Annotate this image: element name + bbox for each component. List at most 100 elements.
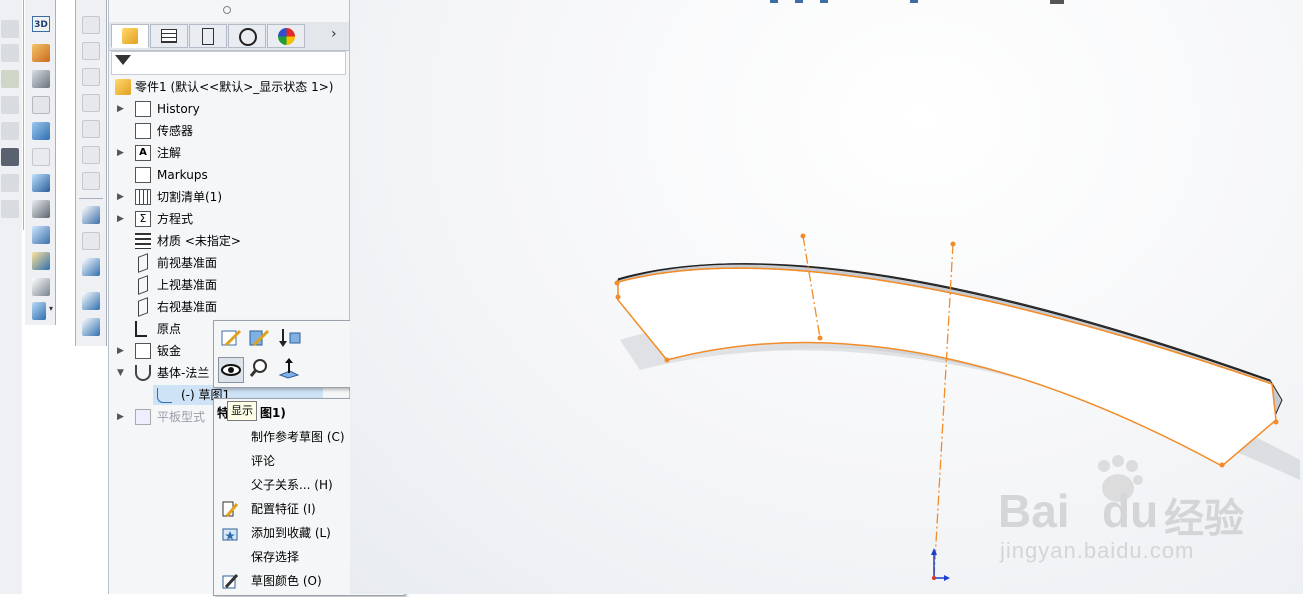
collapse-arrow-icon[interactable]: ▼ — [117, 363, 127, 383]
tree-item-cut-list[interactable]: ▶ 切割清单(1) — [109, 187, 349, 207]
rollback-icon[interactable] — [278, 327, 304, 353]
show-eye-icon[interactable] — [218, 357, 244, 383]
face-6-icon[interactable] — [82, 146, 100, 164]
expand-arrow-icon[interactable]: ▶ — [117, 99, 127, 119]
tree-item-sensors[interactable]: 传感器 — [109, 121, 349, 141]
view-orientation-icon[interactable] — [32, 226, 50, 244]
surface-finish-icon[interactable] — [1, 122, 19, 140]
normal-to-icon[interactable] — [278, 357, 304, 383]
edit-feature-icon[interactable] — [248, 327, 274, 353]
normal-to-icon[interactable] — [82, 206, 100, 224]
iso-view-icon[interactable] — [82, 172, 100, 190]
color-wheel-icon — [278, 28, 295, 45]
sheet-metal-icon — [135, 343, 151, 359]
tree-root-label: 零件1 (默认<<默认>_显示状态 1>) — [135, 80, 334, 94]
configuration-icon — [202, 28, 214, 45]
weld-icon[interactable] — [1, 174, 19, 192]
heads-up-toolbar[interactable] — [770, 0, 1064, 4]
section-view-icon[interactable] — [32, 174, 50, 192]
tab-feature-tree[interactable] — [111, 24, 149, 48]
tree-item-material[interactable]: 材质 <未指定> — [109, 231, 349, 251]
tab-property-manager[interactable] — [150, 24, 188, 48]
property-list-icon — [161, 29, 177, 43]
view-selector-icon[interactable] — [82, 232, 100, 250]
blue-cube-icon[interactable] — [32, 122, 50, 140]
tree-item-annotations[interactable]: ▶ A 注解 — [109, 143, 349, 163]
tree-item-front-plane[interactable]: 前视基准面 — [109, 253, 349, 273]
face-4-icon[interactable] — [82, 94, 100, 112]
scene-icon[interactable] — [32, 278, 50, 296]
toolbar-divider — [23, 0, 24, 230]
plane-icon — [138, 297, 148, 317]
flange-face[interactable] — [617, 267, 1277, 467]
configure-feature-icon — [222, 501, 239, 517]
two-view-icon[interactable] — [82, 318, 100, 336]
annotation-a-icon: A — [135, 145, 151, 161]
zoom-to-selection-icon[interactable] — [248, 357, 274, 383]
history-icon — [135, 101, 151, 117]
watermark-brand: Bai — [998, 485, 1070, 537]
expand-arrow-icon[interactable]: ▶ — [117, 209, 127, 229]
3d-view-icon[interactable]: 3D — [32, 16, 50, 32]
wireframe-icon[interactable] — [32, 148, 50, 166]
graphics-viewport[interactable]: Bai du 经验 jingyan.baidu.com — [350, 0, 1303, 594]
filter-icon[interactable] — [115, 55, 131, 65]
appearance-icon[interactable] — [32, 252, 50, 270]
tree-filter-input[interactable] — [111, 51, 346, 75]
display-style-icon[interactable] — [32, 200, 50, 218]
tab-configuration-manager[interactable] — [189, 24, 227, 48]
command-toolbar-1 — [0, 0, 22, 594]
face-3-icon[interactable] — [82, 68, 100, 86]
watermark-url: jingyan.baidu.com — [1000, 538, 1195, 563]
expand-arrow-icon[interactable]: ▶ — [117, 143, 127, 163]
face-icon[interactable] — [82, 16, 100, 34]
datum-icon[interactable] — [1, 148, 19, 166]
expand-arrow-icon[interactable]: ▶ — [117, 187, 127, 207]
flat-pattern-icon — [135, 409, 151, 425]
tab-display-manager[interactable] — [267, 24, 305, 48]
tree-item-markups[interactable]: Markups — [109, 165, 349, 185]
single-view-icon[interactable] — [82, 292, 100, 310]
plane-icon — [138, 275, 148, 295]
tree-root-part[interactable]: 零件1 (默认<<默认>_显示状态 1>) — [109, 77, 349, 97]
link-views-icon[interactable] — [82, 258, 100, 276]
panel-grip[interactable] — [223, 6, 231, 14]
cube-outline-icon[interactable] — [32, 96, 50, 114]
plane-icon — [138, 253, 148, 273]
expand-arrow-icon[interactable]: ▶ — [117, 341, 127, 361]
balloon-icon[interactable] — [1, 96, 19, 114]
origin-triad — [931, 548, 950, 581]
tree-item-top-plane[interactable]: 上视基准面 — [109, 275, 349, 295]
tree-item-equations[interactable]: ▶ Σ 方程式 — [109, 209, 349, 229]
face-5-icon[interactable] — [82, 120, 100, 138]
watermark-brand-du: du — [1102, 485, 1159, 537]
chevron-right-icon[interactable]: › — [331, 26, 337, 42]
shaded-cube-icon[interactable] — [32, 70, 50, 88]
crosshair-icon — [239, 28, 257, 46]
annotation-icon[interactable] — [1, 20, 19, 38]
feature-manager-tabs: › — [109, 22, 349, 51]
sensor-icon — [135, 123, 151, 139]
hide-show-icon[interactable] — [32, 302, 46, 320]
material-icon — [135, 233, 151, 249]
toolbar-separator — [79, 198, 103, 199]
hole-callout-icon[interactable] — [1, 200, 19, 218]
cut-list-icon — [135, 189, 151, 205]
tooltip-show: 显示 — [227, 401, 257, 421]
note-icon[interactable] — [1, 44, 19, 62]
face-2-icon[interactable] — [82, 42, 100, 60]
markup-pen-icon — [135, 167, 151, 183]
baidu-watermark: Bai du 经验 jingyan.baidu.com — [998, 452, 1298, 572]
tab-dimxpert-manager[interactable] — [228, 24, 266, 48]
smart-dimension-icon[interactable] — [1, 70, 19, 88]
chevron-down-icon[interactable]: ▾ — [49, 304, 53, 313]
sketch-icon — [157, 388, 172, 403]
part-icon — [122, 28, 138, 44]
tree-item-right-plane[interactable]: 右视基准面 — [109, 297, 349, 317]
command-toolbar-3 — [75, 0, 107, 346]
sketch-color-icon — [222, 573, 239, 589]
edit-sketch-icon[interactable] — [220, 327, 246, 353]
expand-arrow-icon[interactable]: ▶ — [117, 407, 127, 427]
tree-item-history[interactable]: ▶ History — [109, 99, 349, 119]
extrude-icon[interactable] — [32, 44, 50, 62]
